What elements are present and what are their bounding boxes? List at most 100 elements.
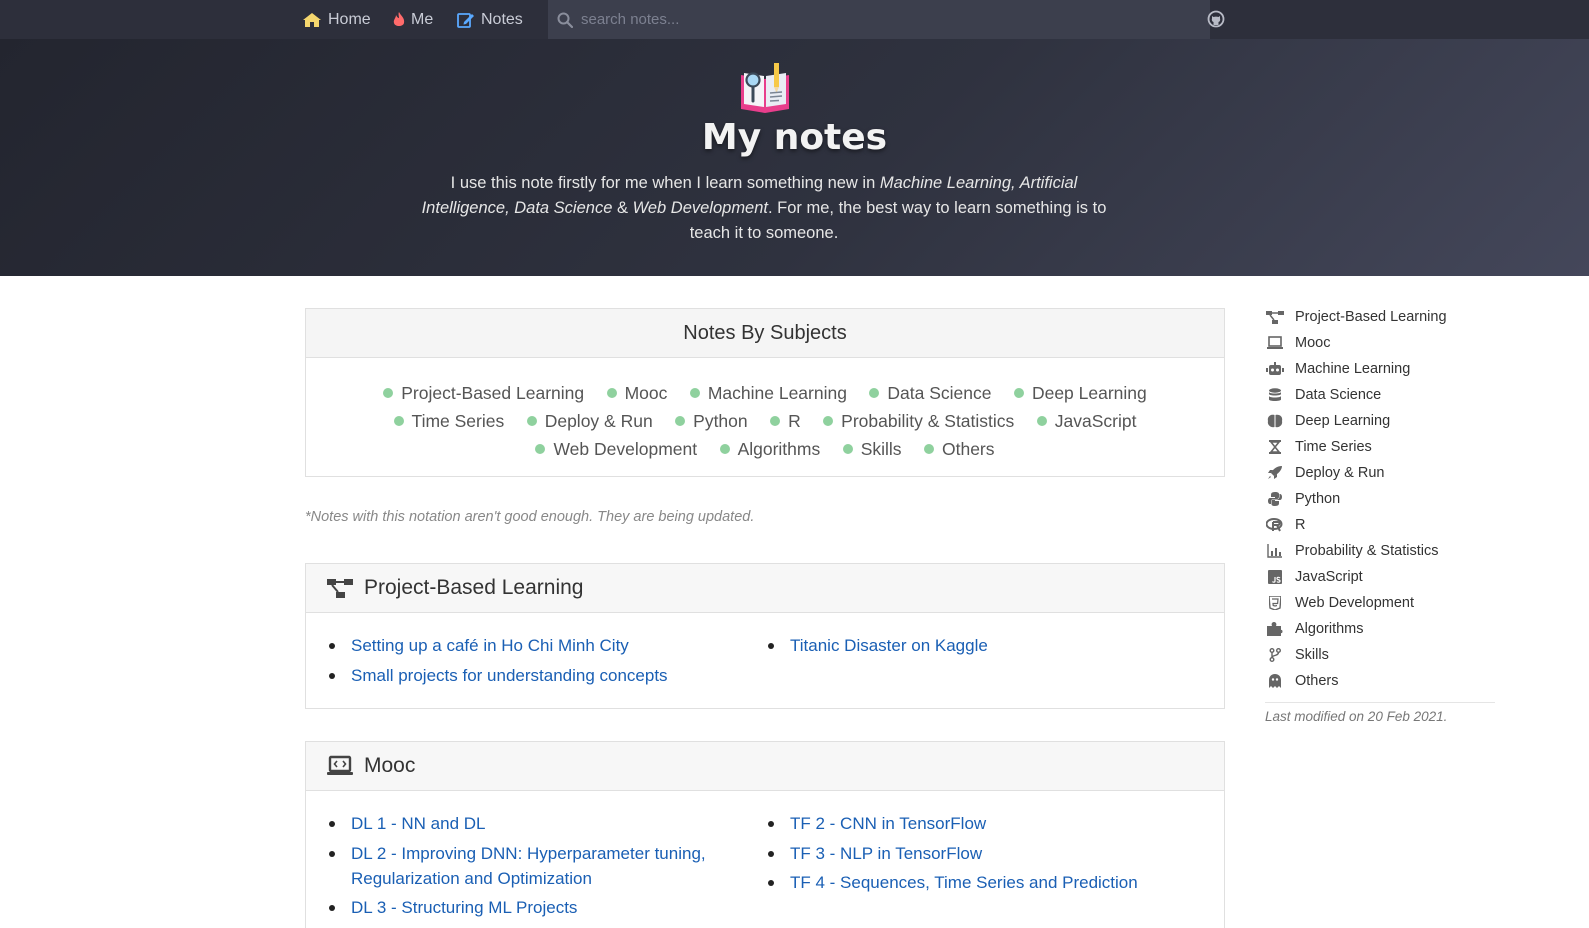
r-project-icon	[1265, 518, 1285, 532]
note-link[interactable]: TF 4 - Sequences, Time Series and Predic…	[790, 873, 1138, 892]
fire-icon	[393, 11, 405, 28]
last-modified-text: Last modified on 20 Feb 2021.	[1265, 709, 1448, 724]
sidebar-item-others[interactable]: Others	[1265, 668, 1495, 694]
subject-tag-machine-learning[interactable]: Machine Learning	[690, 380, 847, 406]
sidebar-item-data-science[interactable]: Data Science	[1265, 382, 1495, 408]
note-link[interactable]: Small projects for understanding concept…	[351, 666, 668, 685]
list-item: Setting up a café in Ho Chi Minh City	[326, 633, 765, 658]
sidebar-item-label: Probability & Statistics	[1295, 543, 1439, 559]
note-link[interactable]: DL 3 - Structuring ML Projects	[351, 898, 577, 917]
subject-tag-deep-learning[interactable]: Deep Learning	[1014, 380, 1147, 406]
html5-icon	[1265, 596, 1285, 610]
edit-icon	[457, 12, 475, 28]
project-diagram-icon	[326, 577, 354, 599]
note-link[interactable]: Titanic Disaster on Kaggle	[790, 636, 988, 655]
puzzle-piece-icon	[1265, 622, 1285, 636]
top-navbar: Home Me Notes	[0, 0, 1589, 39]
sidebar-item-project-based-learning[interactable]: Project-Based Learning	[1265, 304, 1495, 330]
sidebar-item-javascript[interactable]: JavaScript	[1265, 564, 1495, 590]
sidebar-item-label: Deep Learning	[1295, 413, 1391, 429]
subject-tag-r[interactable]: R	[770, 408, 801, 434]
hero-desc-amp: &	[612, 199, 633, 217]
list-item: TF 2 - CNN in TensorFlow	[765, 811, 1204, 836]
list-item: DL 1 - NN and DL	[326, 811, 765, 836]
nav-me-label: Me	[411, 10, 434, 28]
sidebar-item-label: Python	[1295, 491, 1341, 507]
hero-desc-topics-2: Web Development	[632, 199, 768, 217]
section-links: Setting up a café in Ho Chi Minh City Sm…	[306, 613, 1224, 692]
sidebar-item-probability-statistics[interactable]: Probability & Statistics	[1265, 538, 1495, 564]
search-icon	[557, 12, 573, 28]
sidebar-toc: Project-Based Learning Mooc Machine Lear…	[1265, 304, 1495, 724]
sidebar-item-label: Project-Based Learning	[1295, 309, 1447, 325]
section-links: DL 1 - NN and DL DL 2 - Improving DNN: H…	[306, 791, 1224, 925]
sidebar-item-label: Data Science	[1295, 387, 1382, 403]
note-link[interactable]: TF 2 - CNN in TensorFlow	[790, 814, 986, 833]
nav-home-label: Home	[328, 10, 371, 28]
sidebar-item-label: Others	[1295, 673, 1339, 689]
subject-tag-python[interactable]: Python	[675, 408, 747, 434]
section-header: Project-Based Learning	[306, 564, 1224, 613]
github-link[interactable]	[1207, 10, 1225, 33]
subject-tag-probability-statistics[interactable]: Probability & Statistics	[823, 408, 1014, 434]
sidebar-item-time-series[interactable]: Time Series	[1265, 434, 1495, 460]
home-icon	[302, 12, 322, 28]
note-link[interactable]: Setting up a café in Ho Chi Minh City	[351, 636, 629, 655]
sidebar-item-r[interactable]: R	[1265, 512, 1495, 538]
hero-description: I use this note firstly for me when I le…	[414, 171, 1114, 246]
sidebar-item-mooc[interactable]: Mooc	[1265, 330, 1495, 356]
note-link[interactable]: TF 3 - NLP in TensorFlow	[790, 844, 982, 863]
list-item: DL 2 - Improving DNN: Hyperparameter tun…	[326, 841, 765, 891]
search-input[interactable]	[581, 11, 1181, 28]
brain-icon	[1265, 414, 1285, 428]
page-title: My notes	[701, 117, 888, 158]
hourglass-icon	[1265, 440, 1285, 454]
subject-tag-skills[interactable]: Skills	[843, 436, 902, 462]
nav-notes-label: Notes	[481, 10, 523, 28]
note-link[interactable]: DL 2 - Improving DNN: Hyperparameter tun…	[351, 844, 706, 888]
section-title: Mooc	[364, 754, 416, 777]
robot-icon	[1265, 362, 1285, 376]
nav-me-link[interactable]: Me	[393, 0, 433, 39]
nav-home-link[interactable]: Home	[302, 0, 371, 39]
ghost-icon	[1265, 674, 1285, 688]
sidebar-item-algorithms[interactable]: Algorithms	[1265, 616, 1495, 642]
sidebar-item-python[interactable]: Python	[1265, 486, 1495, 512]
laptop-code-icon	[326, 755, 354, 777]
sidebar-item-skills[interactable]: Skills	[1265, 642, 1495, 668]
subjects-card-header: Notes By Subjects	[306, 309, 1224, 358]
notebook-magnifier-icon	[739, 63, 791, 118]
subject-tag-time-series[interactable]: Time Series	[394, 408, 505, 434]
subject-tag-web-development[interactable]: Web Development	[535, 436, 697, 462]
subject-tag-data-science[interactable]: Data Science	[869, 380, 991, 406]
hero-banner: My notes I use this note firstly for me …	[0, 39, 1589, 276]
subject-tag-javascript[interactable]: JavaScript	[1037, 408, 1137, 434]
laptop-code-icon	[1265, 336, 1285, 350]
sidebar-item-label: Machine Learning	[1295, 361, 1411, 377]
list-item: Small projects for understanding concept…	[326, 663, 765, 688]
sidebar-item-label: Mooc	[1295, 335, 1331, 351]
nav-notes-link[interactable]: Notes	[457, 0, 523, 39]
note-link[interactable]: DL 1 - NN and DL	[351, 814, 485, 833]
subject-tag-mooc[interactable]: Mooc	[607, 380, 668, 406]
subject-tag-deploy-run[interactable]: Deploy & Run	[527, 408, 653, 434]
sidebar-item-label: Skills	[1295, 647, 1329, 663]
subject-tag-others[interactable]: Others	[924, 436, 995, 462]
sidebar-item-deploy-run[interactable]: Deploy & Run	[1265, 460, 1495, 486]
sidebar-item-label: JavaScript	[1295, 569, 1363, 585]
subject-tag-project-based-learning[interactable]: Project-Based Learning	[383, 380, 584, 406]
subject-tags: Project-Based Learning Mooc Machine Lear…	[306, 358, 1224, 464]
list-item: DL 3 - Structuring ML Projects	[326, 895, 765, 920]
subject-tag-algorithms[interactable]: Algorithms	[720, 436, 821, 462]
section-title: Project-Based Learning	[364, 576, 584, 599]
sidebar-item-label: Time Series	[1295, 439, 1372, 455]
hero-desc-prefix: I use this note firstly for me when I le…	[450, 174, 880, 192]
list-item: Titanic Disaster on Kaggle	[765, 633, 1204, 658]
sidebar-item-label: Algorithms	[1295, 621, 1364, 637]
sidebar-item-deep-learning[interactable]: Deep Learning	[1265, 408, 1495, 434]
project-diagram-icon	[1265, 310, 1285, 324]
database-icon	[1265, 388, 1285, 402]
sidebar-item-web-development[interactable]: Web Development	[1265, 590, 1495, 616]
sidebar-item-machine-learning[interactable]: Machine Learning	[1265, 356, 1495, 382]
subjects-card: Notes By Subjects Project-Based Learning…	[305, 308, 1225, 477]
